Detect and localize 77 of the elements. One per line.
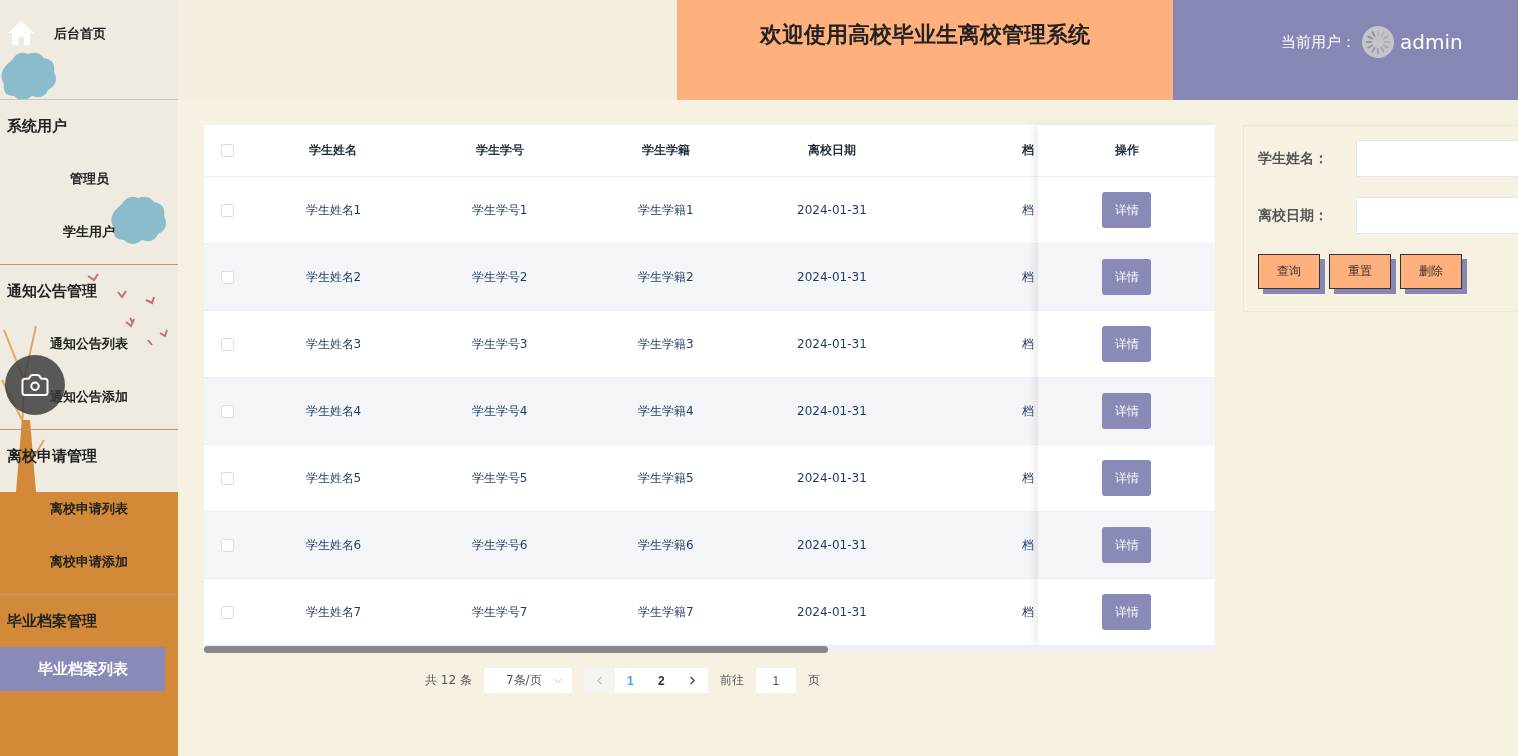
column-header: 学生姓名 [308,142,359,159]
menu-item[interactable]: 离校申请列表 [0,482,178,535]
goto-label: 前往 [719,672,744,689]
scrollbar-thumb[interactable] [204,646,828,653]
table-cell-text: 档 [1021,268,1035,286]
next-page-button[interactable] [676,668,708,693]
input-field[interactable] [1356,140,1518,177]
table-cell-text: 学生学号2 [470,268,529,286]
menu-item[interactable]: 管理员 [0,152,178,205]
row-checkbox[interactable] [220,605,234,619]
table-cell-text: 2024-01-31 [796,270,868,284]
column-header: 操作 [1113,142,1140,159]
field-label: 离校日期： [1258,206,1329,225]
row-checkbox[interactable] [220,471,234,485]
username: admin [1400,30,1463,54]
page-suffix: 页 [807,672,820,689]
total-count: 共 12 条 [425,672,472,689]
table-cell-text: 档 [1021,603,1035,621]
table-cell-text: 2024-01-31 [796,605,868,619]
table-cell-text: 学生学号4 [470,402,529,420]
table-cell-text: 档 [1021,402,1035,420]
table-cell-text: 学生学号1 [470,201,529,219]
page-size-select[interactable]: 7条/页 [483,668,572,693]
prev-page-button[interactable] [583,668,615,693]
row-checkbox[interactable] [220,538,234,552]
table-cell-text: 2024-01-31 [796,404,868,418]
menu-item[interactable]: 学生用户 [0,205,178,258]
column-header: 档 [1021,142,1035,159]
field-label: 学生姓名： [1258,149,1329,168]
select-all-checkbox[interactable] [220,144,234,157]
table-cell-text: 学生姓名6 [304,536,363,554]
column-header: 离校日期 [806,142,857,159]
row-checkbox[interactable] [220,203,234,217]
table-cell-text: 2024-01-31 [796,337,868,351]
table-cell-text: 学生学籍2 [636,268,695,286]
table-cell-text: 学生姓名7 [304,603,363,621]
page-button[interactable]: 2 [645,668,677,693]
home-link[interactable]: 后台首页 [54,20,106,48]
column-header: 学生学号 [474,142,525,159]
table-cell-text: 学生学籍3 [636,335,695,353]
table-cell-text: 学生学籍4 [636,402,695,420]
table-cell-text: 学生学籍5 [636,469,695,487]
menu-group-title[interactable]: 通知公告管理 [0,265,178,317]
row-checkbox[interactable] [220,404,234,418]
menu-group-title[interactable]: 系统用户 [0,100,178,152]
row-checkbox[interactable] [220,270,234,284]
menu-item[interactable]: 通知公告添加 [0,370,178,423]
user-label: 当前用户： [1281,32,1356,52]
menu-item[interactable]: 通知公告列表 [0,317,178,370]
table-cell-text: 学生学号5 [470,469,529,487]
input-field[interactable] [1356,197,1518,234]
table-cell-text: 档 [1021,536,1035,554]
table-cell-text: 学生姓名4 [304,402,363,420]
table-cell-text: 学生学号6 [470,536,529,554]
page-title: 欢迎使用高校毕业生离校管理系统 [760,21,1090,49]
menu-group-title[interactable]: 毕业档案管理 [0,595,178,647]
table-cell-text: 档 [1021,201,1035,219]
table-cell-text: 2024-01-31 [796,203,868,217]
home-icon [8,20,34,46]
table-cell-text: 学生学籍7 [636,603,695,621]
table-cell-text: 学生姓名2 [304,268,363,286]
table-cell-text: 档 [1021,469,1035,487]
table-cell-text: 学生姓名1 [304,201,363,219]
table-cell-text: 学生姓名3 [304,335,363,353]
table-cell-text: 学生学号7 [470,603,529,621]
row-checkbox[interactable] [220,337,234,351]
menu-item[interactable]: 离校申请添加 [0,535,178,588]
table-cell-text: 2024-01-31 [796,471,868,485]
goto-page-field[interactable]: 1 [755,668,796,693]
table-cell-text: 学生学籍1 [636,201,695,219]
avatar-icon [1362,26,1394,58]
table-cell-text: 学生学号3 [470,335,529,353]
table-cell-text: 学生学籍6 [636,536,695,554]
column-header: 学生学籍 [640,142,691,159]
table-cell-text: 2024-01-31 [796,538,868,552]
table-cell-text: 档 [1021,335,1035,353]
table-cell-text: 学生姓名5 [304,469,363,487]
